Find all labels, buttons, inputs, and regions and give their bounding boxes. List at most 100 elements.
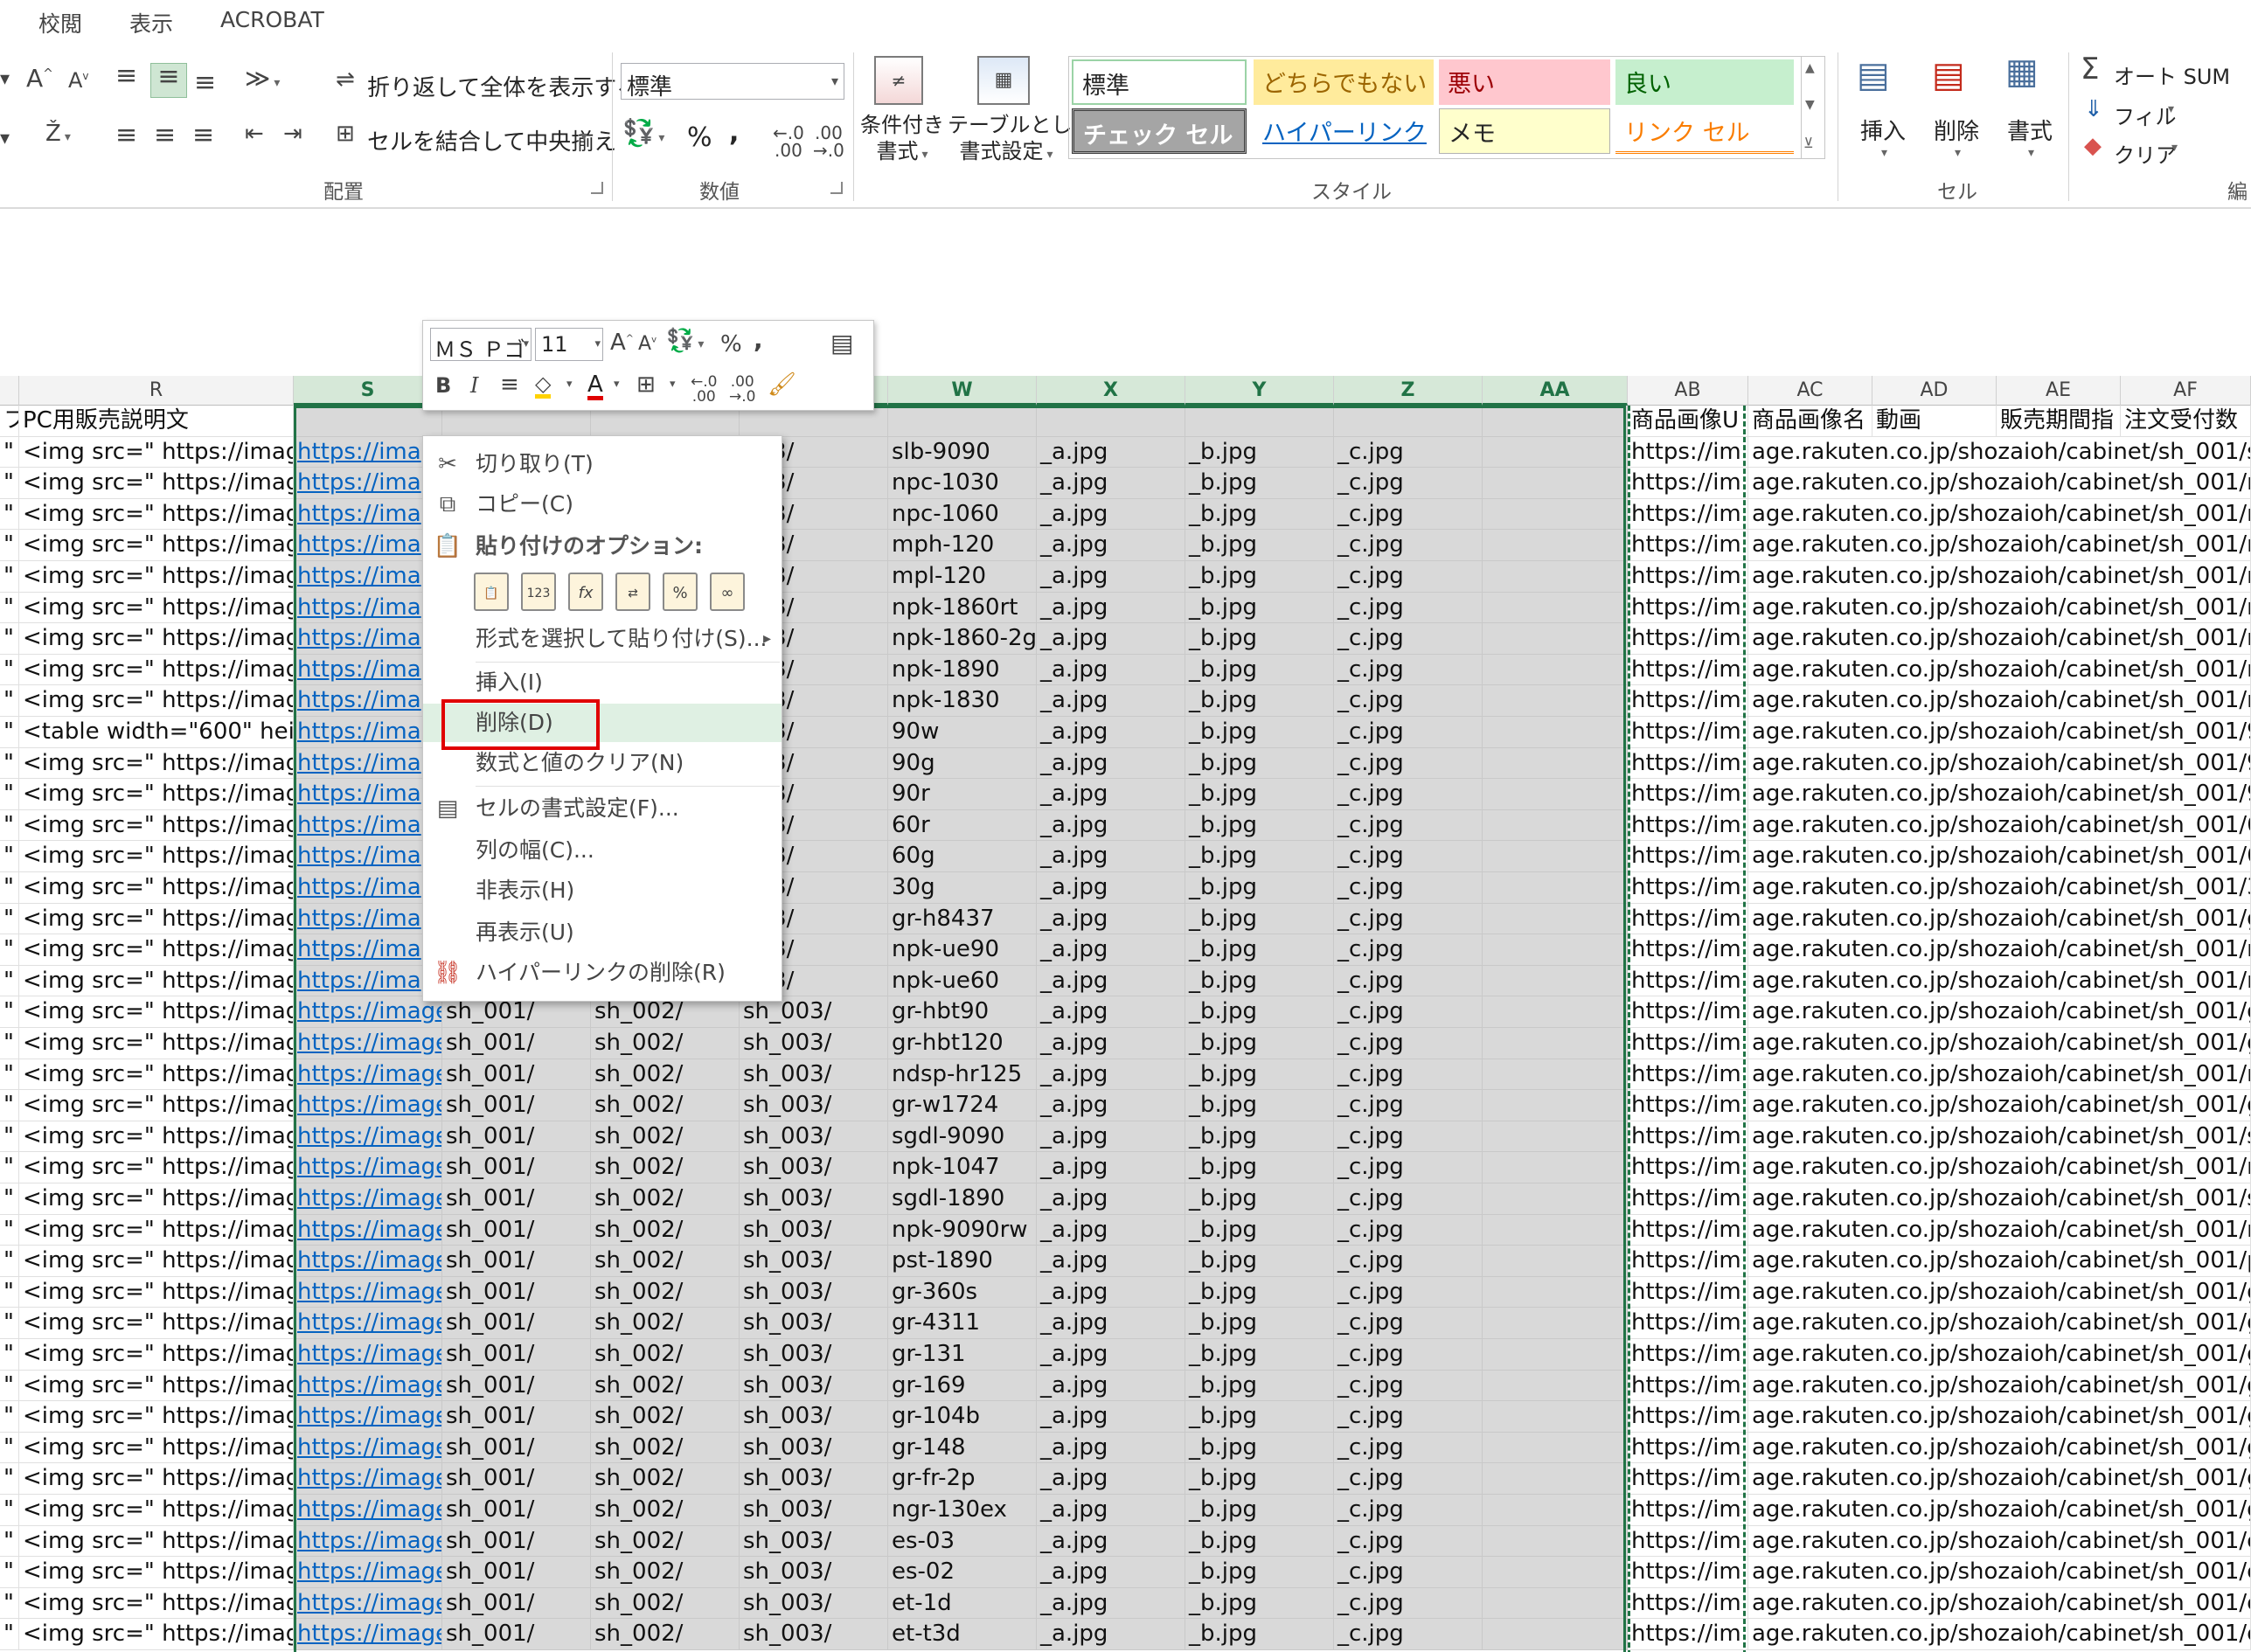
menu-item-remove-hyperlinks[interactable]: ⛓ ハイパーリンクの削除(R) (423, 954, 782, 992)
cell-Z[interactable]: _c.jpg (1334, 654, 1483, 686)
cell-W[interactable]: gr-148 (888, 1432, 1037, 1464)
cell-AA[interactable] (1483, 1276, 1628, 1308)
cell-X[interactable]: _a.jpg (1037, 685, 1185, 717)
cell-U[interactable]: sh_002/ (591, 1401, 740, 1433)
cell-U[interactable]: sh_002/ (591, 1028, 740, 1059)
cell-Z[interactable]: _c.jpg (1334, 934, 1483, 966)
cell-T[interactable]: sh_001/ (442, 1525, 591, 1558)
cell-W[interactable]: 30g (888, 872, 1037, 904)
cell-AC[interactable]: age.rakuten.co.jp/shozaioh/cabinet/sh_00… (1748, 1152, 2251, 1183)
cell-Y[interactable]: _b.jpg (1185, 1183, 1334, 1215)
cell-V[interactable]: sh_003/ (740, 1432, 888, 1464)
cell-V[interactable]: sh_003/ (740, 1121, 888, 1153)
cell-AA[interactable] (1483, 1495, 1628, 1526)
table-format-icon[interactable]: ▤ (830, 331, 853, 356)
decrease-decimal-icon[interactable]: .00 →.0 (813, 124, 844, 159)
cell-V[interactable]: sh_003/ (740, 1557, 888, 1588)
cell-Z[interactable]: _c.jpg (1334, 1308, 1483, 1339)
cell-AA[interactable] (1483, 1432, 1628, 1464)
cell-S-link[interactable]: https://image (294, 1463, 442, 1495)
cell-S-link[interactable]: https://image (294, 1525, 442, 1558)
style-bad[interactable]: 悪い (1439, 59, 1610, 105)
cell-V[interactable]: sh_003/ (740, 1495, 888, 1526)
cell-AB[interactable]: https://im (1628, 717, 1748, 748)
cell-AA[interactable] (1483, 934, 1628, 966)
cell-S-link[interactable]: https://ima (294, 934, 442, 966)
cell-R[interactable]: <img src=" https://image (19, 779, 294, 810)
borders-icon[interactable]: ⊞ (636, 373, 656, 396)
cell-AC[interactable]: age.rakuten.co.jp/shozaioh/cabinet/sh_00… (1748, 996, 2251, 1028)
cell-S-link[interactable]: https://ima (294, 872, 442, 904)
cell-U[interactable]: sh_002/ (591, 1432, 740, 1464)
cell-Q[interactable]: " (0, 1028, 19, 1059)
cell-Z[interactable]: _c.jpg (1334, 1587, 1483, 1620)
increase-font-icon[interactable]: A^ (26, 66, 53, 91)
cell-Z[interactable]: _c.jpg (1334, 1495, 1483, 1526)
align-top-icon[interactable]: ≡ (115, 63, 137, 89)
cell-AB[interactable]: https://im (1628, 1370, 1748, 1402)
cell-R[interactable]: <img src=" https://image (19, 1432, 294, 1464)
cell-AA[interactable] (1483, 965, 1628, 997)
increase-decimal-icon[interactable]: ←.0.00 (691, 375, 717, 405)
cell-X[interactable]: _a.jpg (1037, 530, 1185, 561)
cell-Q[interactable]: " (0, 1246, 19, 1277)
cell-Z[interactable]: _c.jpg (1334, 809, 1483, 842)
cell-AC[interactable]: age.rakuten.co.jp/shozaioh/cabinet/sh_00… (1748, 1028, 2251, 1059)
cell-X[interactable]: _a.jpg (1037, 654, 1185, 686)
cell-Y[interactable]: _b.jpg (1185, 1495, 1334, 1526)
cell-V[interactable]: sh_003/ (740, 1339, 888, 1371)
tab-acrobat[interactable]: ACROBAT (220, 7, 324, 32)
delete-cells-button[interactable]: 削除 (1934, 114, 1979, 146)
cell-W[interactable]: mpl-120 (888, 561, 1037, 593)
cell-T[interactable]: sh_001/ (442, 1495, 591, 1526)
cell-Q[interactable]: " (0, 1495, 19, 1526)
cell-S-link[interactable]: https://ima (294, 468, 442, 499)
cell-AC[interactable]: age.rakuten.co.jp/shozaioh/cabinet/sh_00… (1748, 1121, 2251, 1153)
cell-Q[interactable]: " (0, 1370, 19, 1402)
align-right-icon[interactable]: ≡ (192, 122, 214, 149)
font-color-icon[interactable]: A (587, 373, 603, 400)
cell-Z[interactable]: _c.jpg (1334, 1432, 1483, 1464)
cell-X[interactable]: _a.jpg (1037, 1246, 1185, 1277)
cell-R[interactable]: <img src=" https://image (19, 1214, 294, 1246)
cell-U[interactable]: sh_002/ (591, 1525, 740, 1558)
cell-W[interactable]: npk-1830 (888, 685, 1037, 717)
cell-Y[interactable]: _b.jpg (1185, 872, 1334, 904)
column-header-AD[interactable]: AD (1872, 376, 1997, 406)
cell-S-link[interactable]: https://image (294, 1152, 442, 1183)
paste-formulas-icon[interactable]: fx (568, 573, 603, 611)
cell-AB[interactable]: https://im (1628, 498, 1748, 531)
cell-X[interactable]: _a.jpg (1037, 965, 1185, 997)
cell-AA[interactable] (1483, 903, 1628, 935)
cell-Q[interactable]: " (0, 498, 19, 531)
cell-W[interactable]: es-02 (888, 1557, 1037, 1588)
cell-AA[interactable] (1483, 1339, 1628, 1371)
gallery-scroll[interactable]: ▲ ▼ ⊻ (1801, 56, 1824, 159)
cell-T[interactable]: sh_001/ (442, 1214, 591, 1246)
cell-S-link[interactable]: https://ima (294, 903, 442, 935)
cell-AC[interactable]: age.rakuten.co.jp/shozaioh/cabinet/sh_00… (1748, 1525, 2251, 1558)
cell-AB[interactable]: https://im (1628, 779, 1748, 810)
cell-T[interactable]: sh_001/ (442, 1308, 591, 1339)
cell-AB[interactable]: https://im (1628, 1059, 1748, 1091)
cell-AC[interactable]: age.rakuten.co.jp/shozaioh/cabinet/sh_00… (1748, 436, 2251, 469)
tab-view[interactable]: 表示 (129, 7, 173, 38)
cell-S-link[interactable]: https://image (294, 1214, 442, 1246)
cell-Y[interactable]: _b.jpg (1185, 1463, 1334, 1495)
cell-T[interactable]: sh_001/ (442, 1152, 591, 1183)
cell-W[interactable]: et-1d (888, 1587, 1037, 1620)
cell-Y[interactable]: _b.jpg (1185, 747, 1334, 780)
cell-T[interactable]: sh_001/ (442, 1401, 591, 1433)
align-left-icon[interactable]: ≡ (115, 122, 137, 149)
decrease-font-icon[interactable]: Av (68, 70, 89, 91)
increase-decimal-icon[interactable]: ←.0.00 (773, 124, 804, 159)
format-as-table-button[interactable]: テーブルとして 書式設定 ▾ (948, 112, 1093, 168)
comma-style-button[interactable]: , (729, 117, 739, 148)
cell-Z[interactable]: _c.jpg (1334, 1183, 1483, 1215)
cell-W[interactable]: sgdl-1890 (888, 1183, 1037, 1215)
cell-S-link[interactable]: https://image (294, 1587, 442, 1620)
chevron-down-icon[interactable]: ▾ (2028, 147, 2034, 159)
cell-Y[interactable]: _b.jpg (1185, 1401, 1334, 1433)
cell-S-link[interactable]: https://image (294, 1432, 442, 1464)
cell-S-link[interactable]: https://image (294, 996, 442, 1028)
